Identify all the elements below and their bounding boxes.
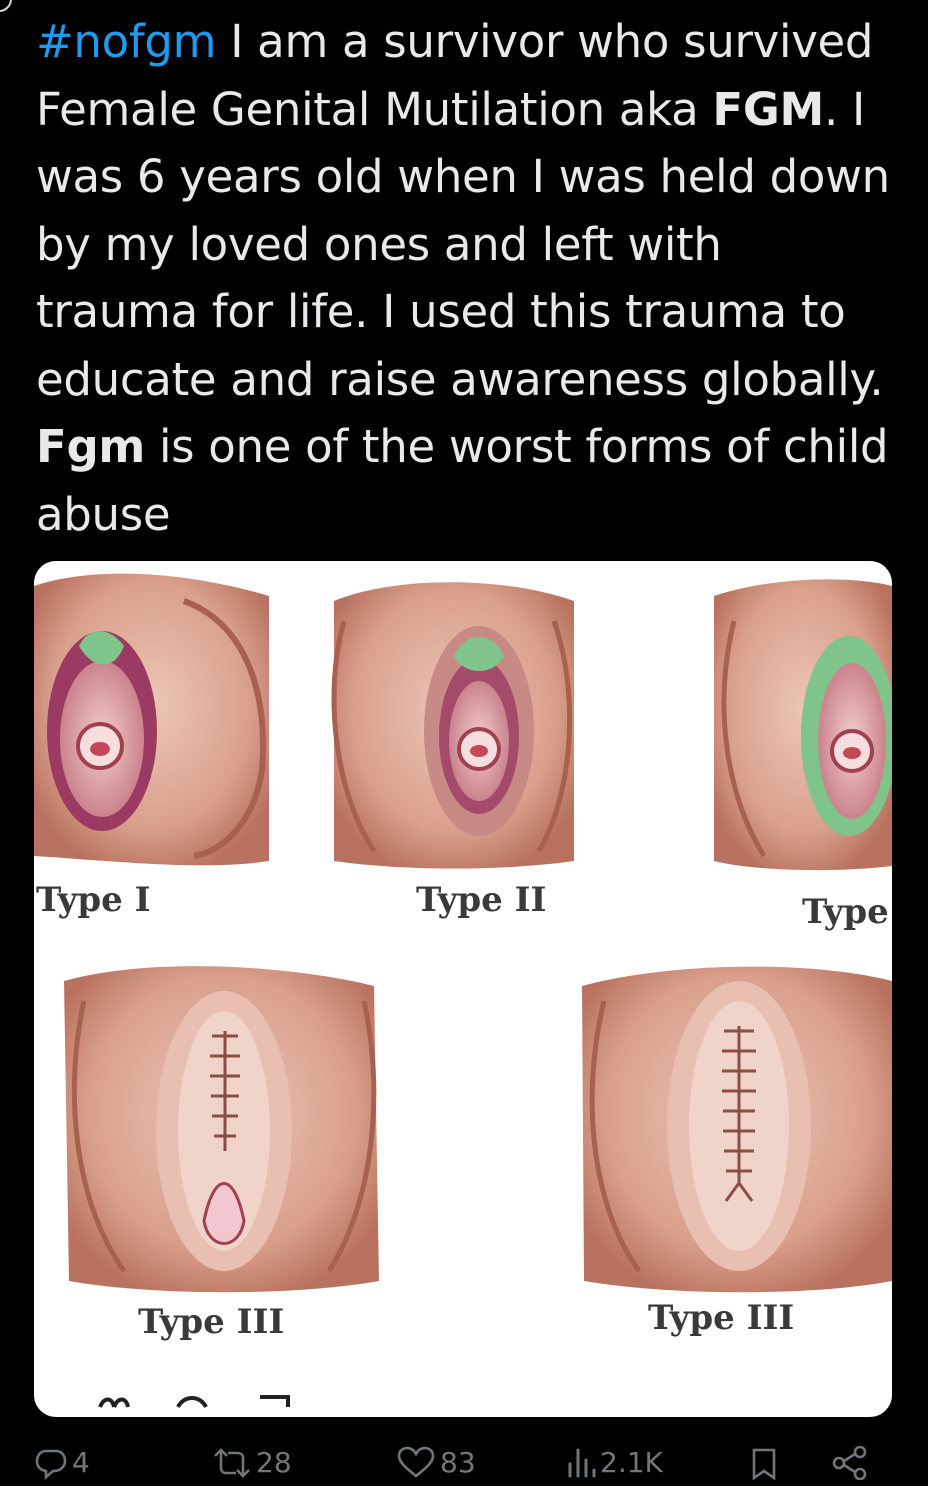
retweet-count: 28	[256, 1446, 292, 1479]
bookmark-button[interactable]	[748, 1446, 780, 1486]
share-button[interactable]	[830, 1446, 870, 1486]
illustration-type-3-right	[582, 966, 892, 1293]
views-button[interactable]: 2.1K	[566, 1446, 663, 1486]
reply-icon	[35, 1449, 67, 1480]
tweet-text-bold: FGM	[712, 82, 824, 136]
reply-count: 4	[72, 1446, 90, 1479]
tweet-action-bar: 4 28 83 2.1K	[0, 1436, 928, 1480]
tweet-text: #nofgm I am a survivor who survived Fema…	[36, 8, 896, 548]
cropped-caption-glyphs	[98, 1395, 290, 1409]
bookmark-icon	[752, 1448, 776, 1480]
label-type-3-right: Type III	[648, 1298, 794, 1338]
label-type-3-top: Type	[802, 892, 889, 932]
illustration-type-3-top	[714, 579, 892, 871]
thread-line	[0, 0, 12, 12]
illustration-type-1	[34, 573, 269, 866]
retweet-icon	[214, 1448, 250, 1478]
like-button[interactable]: 83	[396, 1446, 476, 1486]
tweet-text-segment: is one of the worst forms of child abuse	[36, 420, 889, 541]
fgm-types-diagram: Type I Type II Type Type III Type III	[34, 573, 892, 1409]
like-count: 83	[440, 1446, 476, 1479]
share-icon	[832, 1446, 867, 1480]
reply-button[interactable]: 4	[34, 1446, 90, 1486]
views-count: 2.1K	[600, 1446, 663, 1479]
illustration-type-3-left	[64, 966, 379, 1293]
illustration-type-2	[331, 582, 574, 869]
views-icon	[568, 1448, 596, 1478]
retweet-button[interactable]: 28	[212, 1446, 292, 1486]
label-type-3-left: Type III	[138, 1302, 284, 1342]
label-type-2: Type II	[416, 880, 546, 920]
heart-icon	[397, 1446, 435, 1478]
tweet-media-image[interactable]: Type I Type II Type Type III Type III	[34, 561, 892, 1417]
tweet-text-bold: Fgm	[36, 420, 145, 473]
hashtag-link[interactable]: #nofgm	[36, 15, 217, 68]
label-type-1: Type I	[36, 880, 150, 920]
